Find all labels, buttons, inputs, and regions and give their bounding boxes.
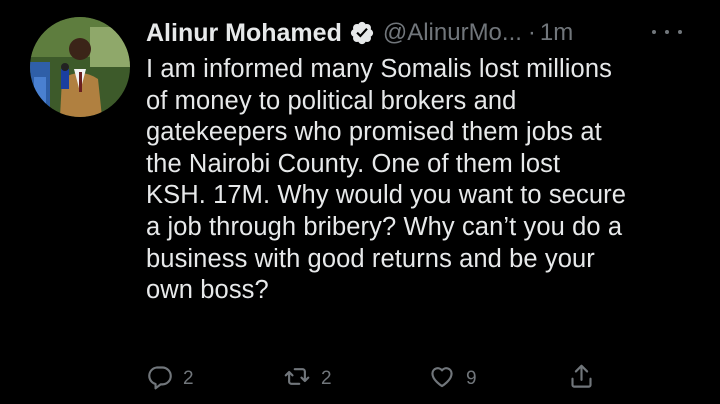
share-icon <box>568 363 595 395</box>
separator-dot: · <box>527 19 536 46</box>
more-dot <box>678 30 682 34</box>
reply-count: 2 <box>183 368 194 389</box>
more-dot <box>652 30 656 34</box>
tweet[interactable]: Alinur Mohamed @AlinurMo... · 1m I am in… <box>0 0 720 404</box>
reply-icon <box>146 363 173 395</box>
tweet-text: I am informed many Somalis lost millions… <box>146 55 627 305</box>
retweet-icon <box>283 363 311 395</box>
reply-button[interactable]: 2 <box>146 364 194 394</box>
like-count: 9 <box>466 368 477 389</box>
verified-badge-icon <box>349 20 375 46</box>
retweet-count: 2 <box>321 368 332 389</box>
author-name[interactable]: Alinur Mohamed <box>146 19 342 48</box>
more-options-icon[interactable] <box>652 22 682 42</box>
heart-icon <box>428 363 456 395</box>
author-handle[interactable]: @AlinurMo... <box>383 19 522 47</box>
avatar[interactable] <box>30 17 130 117</box>
retweet-button[interactable]: 2 <box>283 364 332 394</box>
share-button[interactable] <box>568 364 595 394</box>
like-button[interactable]: 9 <box>428 364 477 394</box>
tweet-header: Alinur Mohamed @AlinurMo... · 1m <box>146 15 573 51</box>
tweet-actions: 2 2 9 <box>146 364 606 394</box>
timestamp[interactable]: 1m <box>540 19 573 47</box>
more-dot <box>665 30 669 34</box>
